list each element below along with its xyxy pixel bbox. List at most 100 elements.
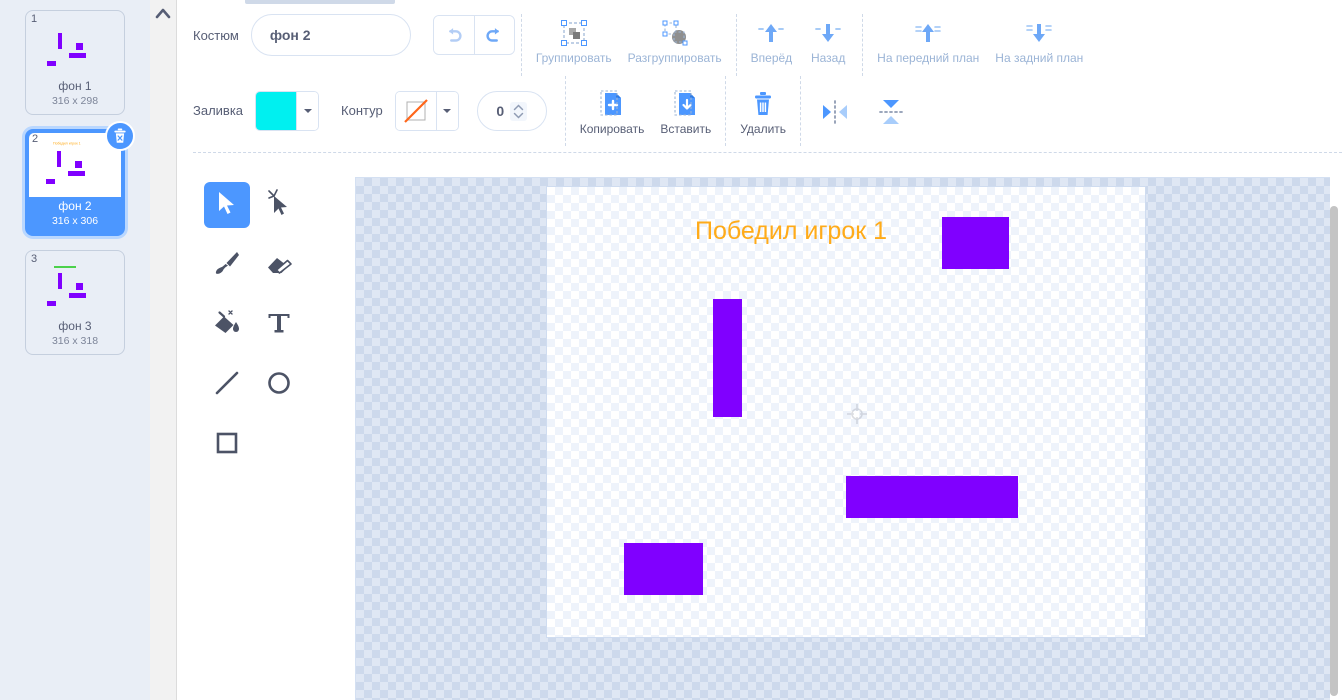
- undo-redo-group: [432, 15, 515, 55]
- backdrop-index: 2: [32, 133, 39, 145]
- tab-indicator: [245, 0, 395, 4]
- toolbar-divider: [564, 76, 566, 146]
- stroke-width-value: 0: [496, 103, 505, 119]
- forward-icon: [756, 16, 786, 50]
- chevron-up-icon[interactable]: [153, 4, 173, 700]
- bring-to-front-button[interactable]: На передний план: [869, 14, 987, 66]
- rect-bottom-left[interactable]: [624, 543, 703, 595]
- backward-button[interactable]: Назад: [800, 14, 856, 66]
- group-button[interactable]: Группировать: [528, 14, 620, 66]
- paint-editor-window: 1 фон 1 316 x 298 2 Победил игрок 1 фон 2 316 …: [0, 0, 1342, 700]
- backdrop-size: 316 x 298: [51, 95, 99, 107]
- paint-bucket-icon: [213, 309, 241, 342]
- flip-vertical-icon: [875, 95, 907, 129]
- copy-button[interactable]: Копировать: [572, 85, 653, 137]
- back-label: На задний план: [995, 51, 1084, 65]
- copy-icon: [597, 87, 627, 121]
- paste-button[interactable]: Вставить: [652, 85, 719, 137]
- costume-label: Костюм: [193, 28, 239, 43]
- thumbnail-text: Победил игрок 1: [53, 141, 81, 146]
- fill-label: Заливка: [193, 103, 244, 118]
- paint-toolbar: Костюм фон 2 Группировать Разгруппироват…: [177, 0, 1342, 146]
- toolbar-row-bottom: Заливка Контур 0 Копировать Вставить Уда…: [193, 76, 1342, 146]
- backdrop-item-3[interactable]: 3 фон 3 316 x 318: [25, 250, 125, 355]
- ellipse-tool[interactable]: [256, 362, 302, 408]
- reshape-tool[interactable]: [256, 182, 302, 228]
- toolbar-bottom-divider: [193, 152, 1342, 153]
- group-icon: [559, 16, 589, 50]
- send-to-back-button[interactable]: На задний план: [987, 14, 1091, 66]
- fill-swatch[interactable]: [256, 92, 297, 130]
- eraser-icon: [265, 249, 293, 282]
- forward-button[interactable]: Вперёд: [743, 14, 801, 66]
- square-icon: [213, 429, 241, 462]
- select-tool[interactable]: [204, 182, 250, 228]
- cursor-icon: [214, 190, 240, 221]
- circle-icon: [265, 369, 293, 402]
- ungroup-icon: [660, 16, 690, 50]
- crosshair-icon: [846, 403, 868, 430]
- rect-top-right[interactable]: [942, 217, 1009, 269]
- backward-icon: [813, 16, 843, 50]
- backdrop-index: 1: [31, 13, 38, 25]
- selector-collapse-strip[interactable]: [150, 0, 177, 700]
- thumbnail-shape: [58, 33, 62, 49]
- stroke-color-picker[interactable]: [394, 91, 459, 131]
- rectangle-tool[interactable]: [204, 422, 250, 468]
- backdrop-thumbnail: [30, 15, 120, 77]
- delete-label: Удалить: [740, 122, 787, 136]
- thumbnail-shape: [76, 43, 83, 50]
- backdrop-item-1[interactable]: 1 фон 1 316 x 298: [25, 10, 125, 115]
- front-icon: [913, 16, 943, 50]
- chevron-down-icon[interactable]: [296, 92, 319, 130]
- line-tool[interactable]: [204, 362, 250, 408]
- delete-button[interactable]: Удалить: [732, 85, 794, 137]
- backdrop-delete-badge[interactable]: [105, 121, 135, 151]
- thumbnail-shape: [57, 151, 61, 167]
- ungroup-button[interactable]: Разгруппировать: [620, 14, 730, 66]
- text-tool[interactable]: [256, 302, 302, 348]
- fill-tool[interactable]: [204, 302, 250, 348]
- backdrop-list: 1 фон 1 316 x 298 2 Победил игрок 1 фон 2 316 …: [0, 0, 150, 355]
- vertical-scrollbar[interactable]: [1330, 206, 1338, 696]
- brush-tool[interactable]: [204, 242, 250, 288]
- thumbnail-green-line: [54, 266, 76, 268]
- redo-button[interactable]: [473, 16, 514, 54]
- rect-wide-right[interactable]: [846, 476, 1018, 518]
- toolbar-divider: [735, 14, 737, 76]
- backdrop-name: фон 1: [58, 79, 92, 93]
- flip-vertical-button[interactable]: [863, 93, 919, 129]
- thumbnail-shape: [47, 61, 56, 66]
- toolbar-divider: [520, 14, 522, 76]
- forward-label: Вперёд: [750, 51, 793, 65]
- front-label: На передний план: [877, 51, 980, 65]
- flip-horizontal-icon: [819, 95, 851, 129]
- stroke-width-stepper[interactable]: 0: [476, 91, 547, 131]
- thumbnail-shape: [46, 179, 55, 184]
- chevron-down-icon[interactable]: [435, 92, 458, 130]
- rect-tall-left[interactable]: [713, 299, 742, 417]
- reshape-icon: [265, 188, 293, 222]
- backdrop-size: 316 x 318: [51, 335, 99, 347]
- thumbnail-shape: [47, 301, 56, 306]
- drawing-canvas[interactable]: Победил игрок 1: [546, 186, 1146, 638]
- toolbar-divider: [862, 14, 864, 76]
- brush-icon: [213, 249, 241, 282]
- copy-label: Копировать: [579, 122, 645, 136]
- backdrop-item-2[interactable]: 2 Победил игрок 1 фон 2 316 x 306: [25, 121, 135, 236]
- flip-horizontal-button[interactable]: [807, 93, 863, 129]
- undo-button[interactable]: [433, 16, 474, 54]
- thumbnail-shape: [69, 293, 86, 298]
- thumbnail-shape: [76, 283, 83, 290]
- fill-color-picker[interactable]: [255, 91, 320, 131]
- no-color-swatch[interactable]: [395, 92, 436, 130]
- backdrop-name: фон 2: [58, 199, 92, 213]
- paste-icon: [671, 87, 701, 121]
- stage-text-layer[interactable]: Победил игрок 1: [695, 217, 887, 246]
- eraser-tool[interactable]: [256, 242, 302, 288]
- canvas-container: Победил игрок 1: [353, 156, 1342, 700]
- paint-editor: Костюм фон 2 Группировать Разгруппироват…: [177, 0, 1342, 700]
- costume-name-input[interactable]: [250, 14, 411, 56]
- canvas-backdrop[interactable]: Победил игрок 1: [355, 177, 1330, 700]
- stepper-arrows-icon[interactable]: [510, 101, 528, 121]
